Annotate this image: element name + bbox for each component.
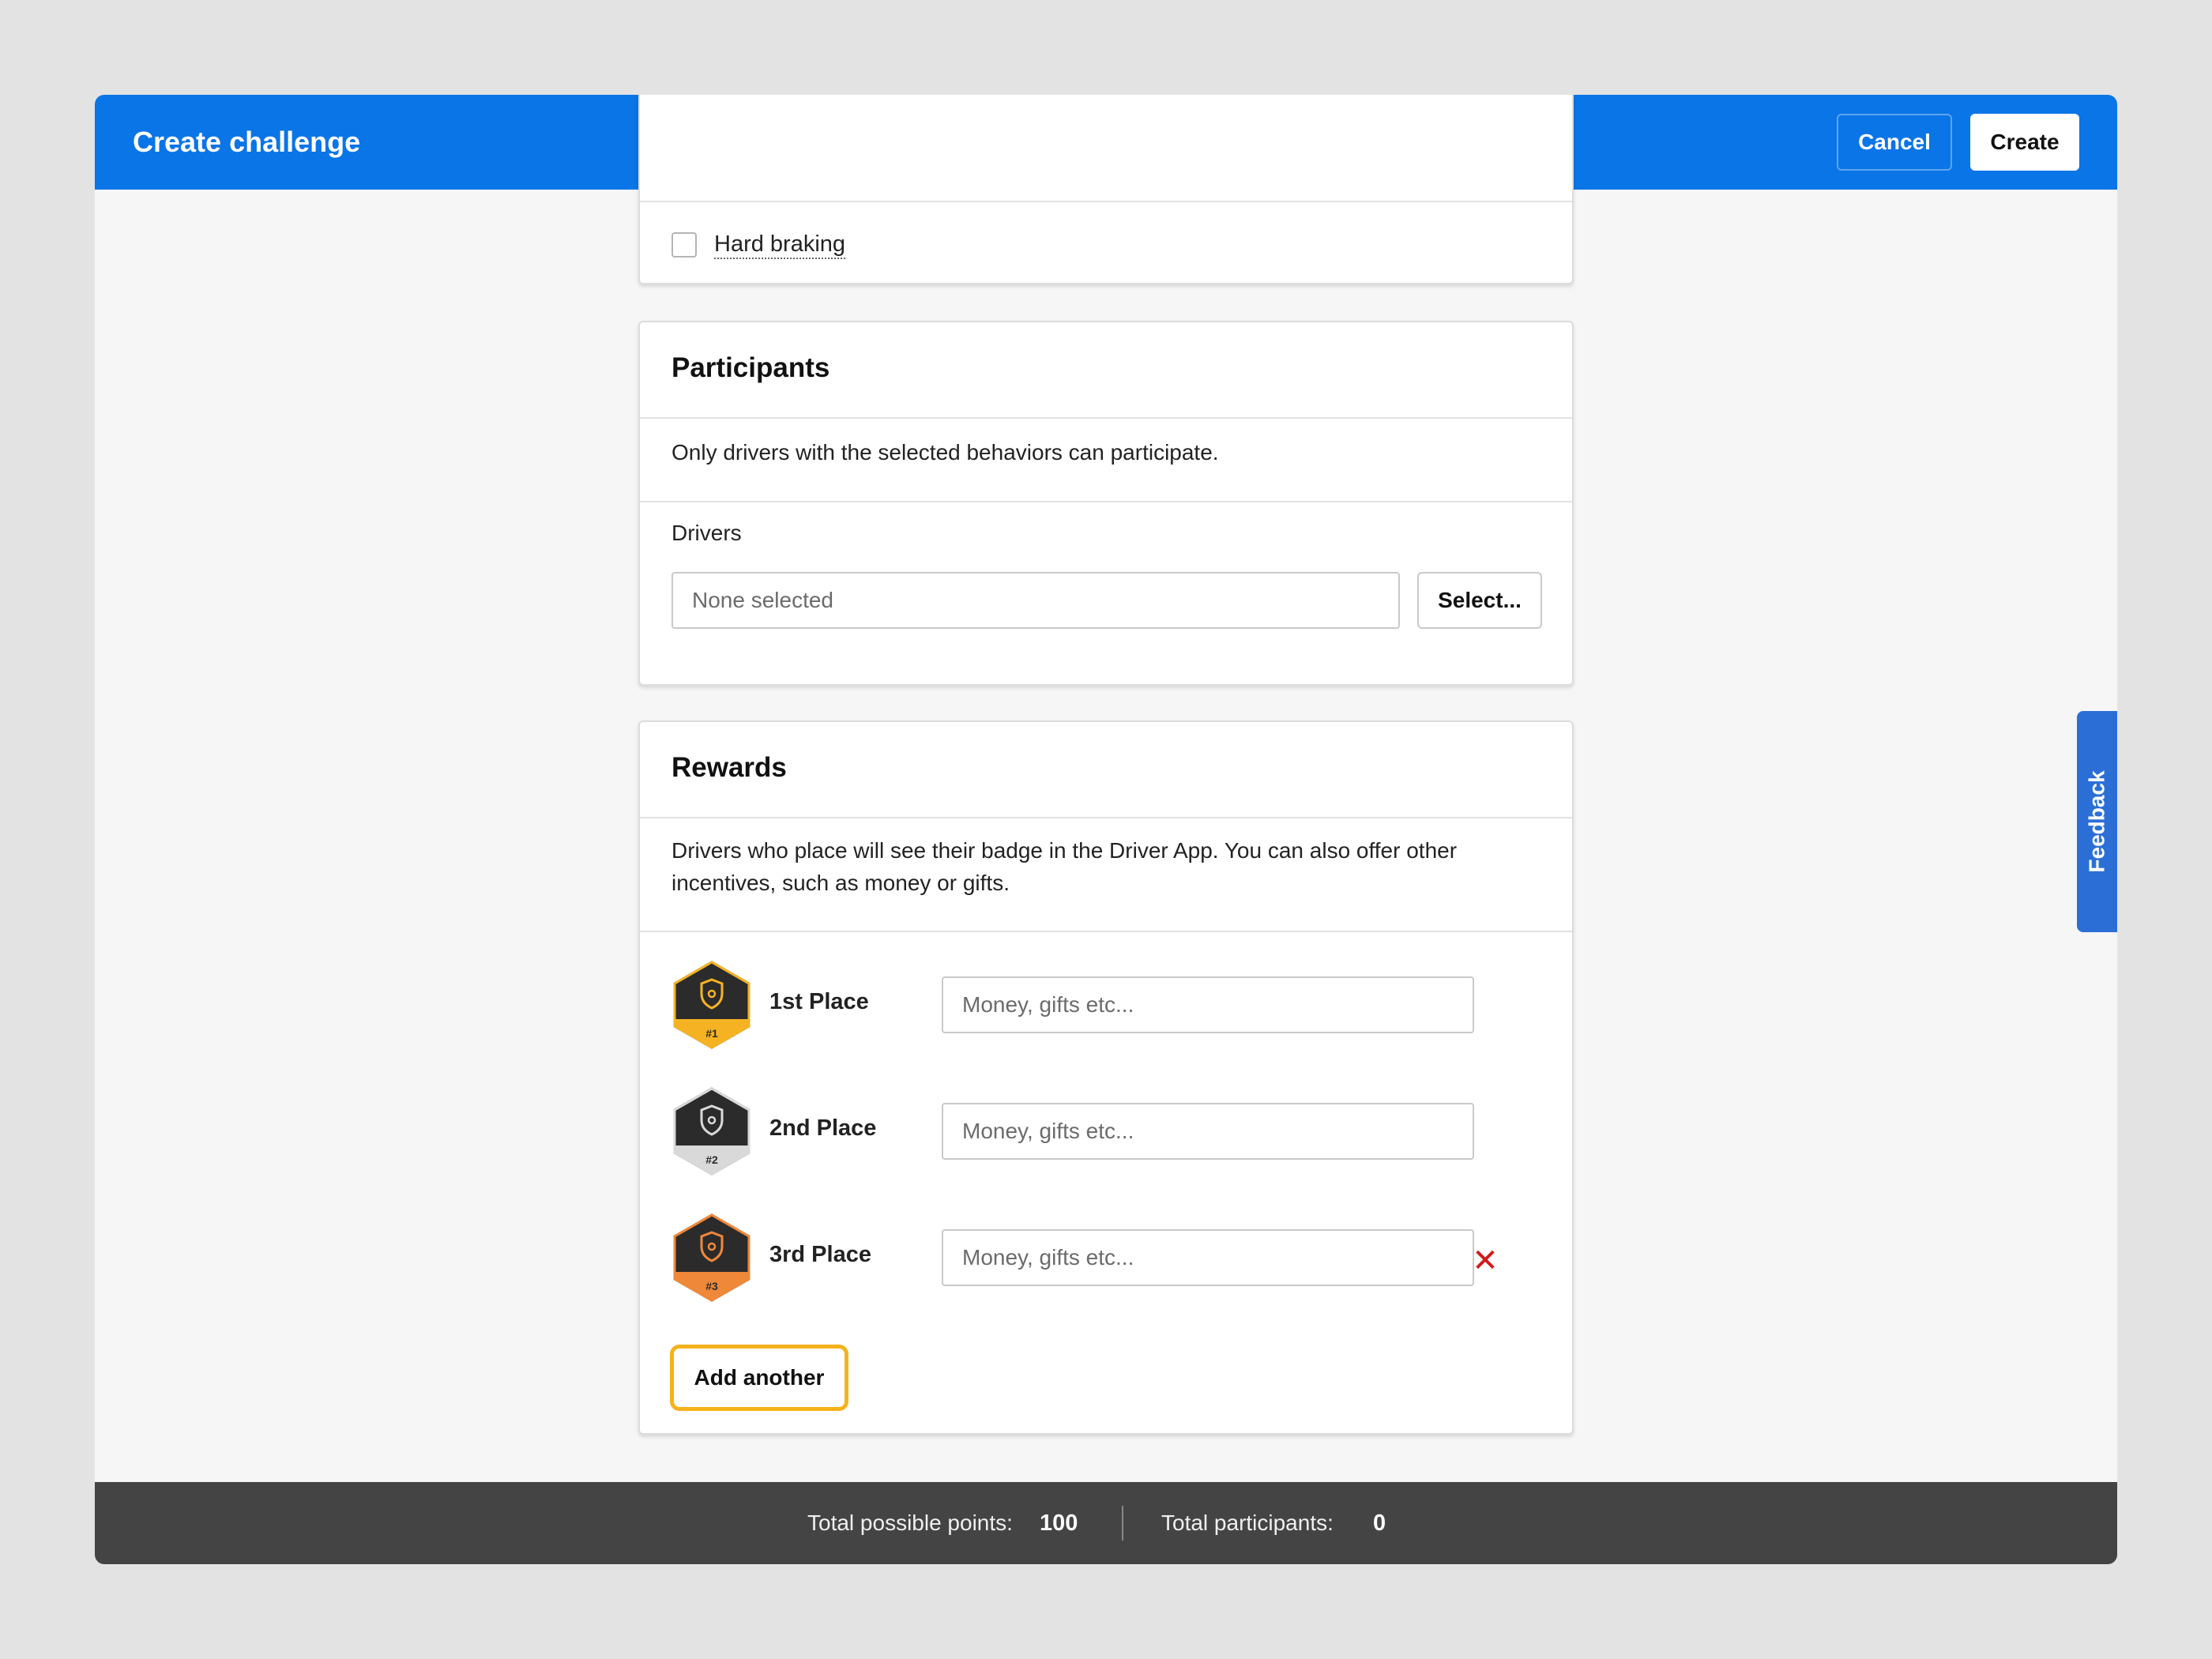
create-button[interactable]: Create: [1970, 114, 2079, 171]
drivers-label: Drivers: [672, 521, 742, 545]
reward-input-1st[interactable]: [942, 976, 1474, 1033]
feedback-tab[interactable]: Feedback: [2077, 711, 2117, 932]
remove-reward-icon[interactable]: ✕: [1469, 1245, 1501, 1277]
participants-description: Only drivers with the selected behaviors…: [672, 440, 1219, 465]
rewards-card: Rewards Drivers who place will see their…: [638, 720, 1574, 1435]
reward-input-2nd[interactable]: [942, 1103, 1474, 1160]
device-frame: Create challenge Cancel Create Hard brak…: [0, 0, 2212, 1659]
hard-braking-checkbox[interactable]: [672, 232, 697, 258]
badge-text: #2: [705, 1153, 718, 1166]
total-points-label: Total possible points:: [807, 1510, 1013, 1535]
gold-badge-icon: #1: [673, 961, 750, 1049]
participants-card: Participants Only drivers with the selec…: [638, 321, 1574, 686]
total-participants-value: 0: [1373, 1510, 1386, 1536]
select-drivers-button[interactable]: Select...: [1417, 572, 1542, 629]
reward-label: 1st Place: [769, 989, 869, 1014]
total-participants-label: Total participants:: [1161, 1510, 1334, 1535]
divider: [640, 417, 1572, 419]
footer-bar: Total possible points: 100 Total partici…: [95, 1482, 2117, 1564]
footer-divider: [1122, 1506, 1123, 1540]
cancel-button[interactable]: Cancel: [1837, 114, 1952, 171]
total-points-value: 100: [1040, 1510, 1078, 1536]
app-window: Create challenge Cancel Create Hard brak…: [95, 95, 2117, 1564]
behavior-row: Hard braking: [640, 201, 1572, 284]
reward-label: 3rd Place: [769, 1242, 871, 1267]
reward-input-3rd[interactable]: [942, 1229, 1474, 1286]
divider: [640, 817, 1572, 818]
reward-row-1st: #1 1st Place: [640, 959, 1572, 1054]
badge-text: #3: [705, 1280, 718, 1292]
silver-badge-icon: #2: [673, 1087, 750, 1176]
bronze-badge-icon: #3: [673, 1213, 750, 1302]
rewards-description: Drivers who place will see their badge i…: [672, 838, 1458, 895]
reward-row-3rd: #3 3rd Place ✕: [640, 1212, 1572, 1307]
participants-title: Participants: [672, 352, 830, 383]
feedback-label[interactable]: Feedback: [2085, 770, 2110, 872]
rewards-title: Rewards: [672, 752, 787, 783]
behaviors-card: Hard braking: [638, 95, 1574, 284]
divider: [640, 931, 1572, 932]
add-another-button[interactable]: Add another: [670, 1345, 848, 1411]
drivers-input[interactable]: [672, 572, 1400, 629]
reward-label: 2nd Place: [769, 1115, 877, 1141]
page-title: Create challenge: [133, 126, 361, 158]
badge-text: #1: [705, 1027, 718, 1040]
reward-row-2nd: #2 2nd Place: [640, 1085, 1572, 1180]
divider: [640, 501, 1572, 502]
behavior-label[interactable]: Hard braking: [714, 231, 846, 259]
